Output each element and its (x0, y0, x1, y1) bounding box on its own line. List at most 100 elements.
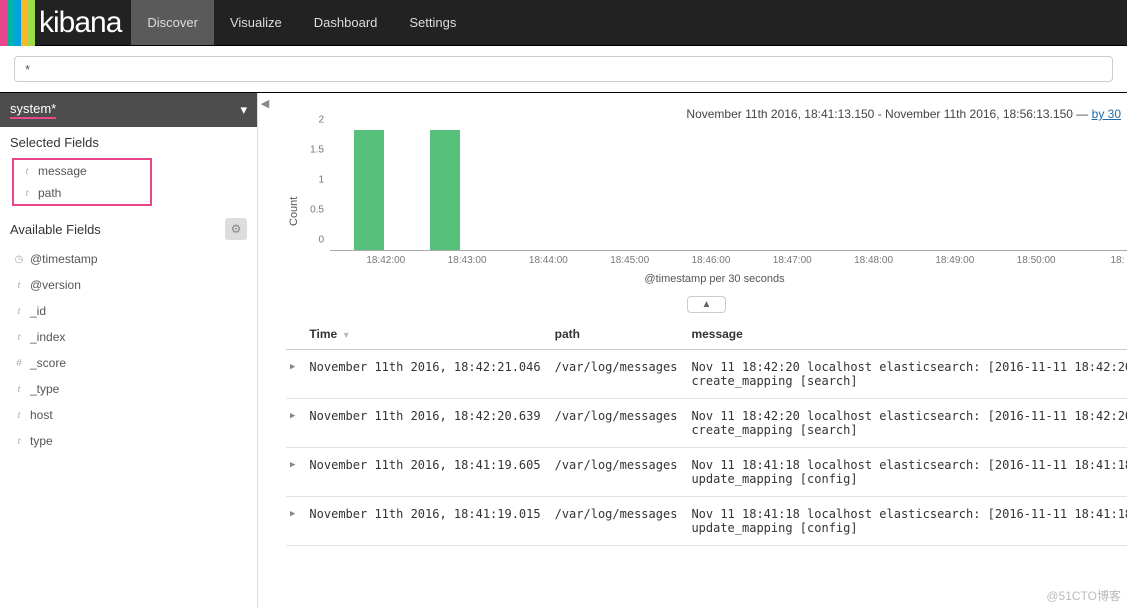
sort-desc-icon: ▼ (339, 330, 350, 340)
text-icon: t (14, 306, 24, 317)
text-icon: t (14, 384, 24, 395)
expand-row-caret[interactable]: ▶ (286, 448, 305, 497)
x-tick: 18:44:00 (529, 255, 568, 266)
tab-dashboard[interactable]: Dashboard (298, 0, 394, 45)
kibana-logo[interactable]: kibana (0, 0, 131, 45)
index-pattern-selector[interactable]: system* ▾ (0, 93, 257, 127)
expand-row-caret[interactable]: ▶ (286, 399, 305, 448)
x-axis: 18:42:0018:43:0018:44:0018:45:0018:46:00… (330, 255, 1127, 271)
text-icon: t (14, 280, 24, 291)
y-tick: 2 (318, 115, 324, 126)
search-bar (0, 46, 1127, 93)
x-tick: 18:50:00 (1017, 255, 1056, 266)
field-label: _score (30, 356, 66, 370)
time-range-from: November 11th 2016, 18:41:13.150 (686, 107, 874, 121)
cell-message: Nov 11 18:42:20 localhost elasticsearch:… (687, 399, 1127, 448)
field-type[interactable]: ttype (4, 428, 253, 454)
x-tick: 18: (1110, 255, 1124, 266)
cell-time: November 11th 2016, 18:42:21.046 (305, 350, 550, 399)
cell-path: /var/log/messages (551, 497, 688, 546)
x-tick: 18:48:00 (854, 255, 893, 266)
logo-stripes (0, 0, 35, 46)
field-id[interactable]: t _id (4, 298, 253, 324)
expand-row-caret[interactable]: ▶ (286, 350, 305, 399)
top-nav: kibana DiscoverVisualizeDashboardSetting… (0, 0, 1127, 46)
text-icon: t (22, 166, 32, 177)
field-label: @version (30, 278, 81, 292)
tab-visualize[interactable]: Visualize (214, 0, 298, 45)
table-row: ▶November 11th 2016, 18:42:20.639/var/lo… (286, 399, 1127, 448)
field-label: path (38, 186, 61, 200)
selected-fields-box: tmessagetpath (12, 158, 152, 206)
field-label: @timestamp (30, 252, 98, 266)
x-tick: 18:43:00 (448, 255, 487, 266)
cell-time: November 11th 2016, 18:41:19.605 (305, 448, 550, 497)
expand-column-header (286, 319, 305, 350)
available-fields-list: ◷@timestampt@versiont_idt_index#_scoret_… (0, 246, 257, 454)
col-path[interactable]: path (551, 319, 688, 350)
cell-path: /var/log/messages (551, 350, 688, 399)
field-timestamp[interactable]: ◷ @timestamp (4, 246, 253, 272)
content-area: November 11th 2016, 18:41:13.150 - Novem… (272, 93, 1127, 608)
sidebar: system* ▾ Selected Fields tmessagetpath … (0, 93, 258, 608)
index-pattern-name: system* (10, 101, 56, 119)
query-input[interactable] (14, 56, 1113, 82)
scroll-up-button[interactable]: ▲ (687, 296, 727, 313)
tab-settings[interactable]: Settings (393, 0, 472, 45)
interval-link[interactable]: by 30 (1092, 107, 1121, 121)
clock-icon: ◷ (14, 254, 24, 265)
watermark: @51CTO博客 (1046, 587, 1121, 604)
number-icon: # (14, 358, 24, 369)
time-range: November 11th 2016, 18:41:13.150 - Novem… (286, 103, 1127, 131)
chart-bar[interactable] (430, 130, 460, 250)
text-icon: t (14, 332, 24, 343)
field-path[interactable]: tpath (14, 182, 150, 204)
cell-path: /var/log/messages (551, 399, 688, 448)
col-time[interactable]: Time ▼ (305, 319, 550, 350)
logo-text: kibana (39, 6, 121, 40)
x-tick: 18:49:00 (935, 255, 974, 266)
x-tick: 18:42:00 (366, 255, 405, 266)
field-score[interactable]: # _score (4, 350, 253, 376)
table-row: ▶November 11th 2016, 18:42:21.046/var/lo… (286, 350, 1127, 399)
y-tick: 1 (318, 175, 324, 186)
histogram-chart[interactable]: Count 00.511.52 18:42:0018:43:0018:44:00… (286, 131, 1127, 291)
expand-row-caret[interactable]: ▶ (286, 497, 305, 546)
cell-path: /var/log/messages (551, 448, 688, 497)
available-fields-title: Available Fields (10, 222, 101, 237)
y-tick: 0.5 (310, 205, 324, 216)
x-tick: 18:45:00 (610, 255, 649, 266)
y-axis: 00.511.52 (302, 131, 326, 251)
sidebar-collapse-handle[interactable]: ◀ (258, 93, 272, 608)
chart-plot (330, 131, 1127, 251)
field-label: _type (30, 382, 59, 396)
y-axis-label: Count (286, 131, 302, 291)
y-tick: 1.5 (310, 145, 324, 156)
text-icon: t (22, 188, 32, 199)
cell-message: Nov 11 18:41:18 localhost elasticsearch:… (687, 497, 1127, 546)
chart-bar[interactable] (354, 130, 384, 250)
table-row: ▶November 11th 2016, 18:41:19.015/var/lo… (286, 497, 1127, 546)
field-label: _id (30, 304, 46, 318)
document-table: Time ▼ path message ▶November 11th 2016,… (286, 319, 1127, 546)
gear-icon[interactable]: ⚙ (225, 218, 247, 240)
field-host[interactable]: thost (4, 402, 253, 428)
selected-fields-title: Selected Fields (0, 127, 257, 158)
field-label: host (30, 408, 53, 422)
field-message[interactable]: tmessage (14, 160, 150, 182)
col-message[interactable]: message (687, 319, 1127, 350)
y-tick: 0 (318, 235, 324, 246)
text-icon: t (14, 436, 24, 447)
x-axis-label: @timestamp per 30 seconds (302, 273, 1127, 285)
time-range-to: November 11th 2016, 18:56:13.150 (885, 107, 1073, 121)
x-tick: 18:47:00 (773, 255, 812, 266)
table-row: ▶November 11th 2016, 18:41:19.605/var/lo… (286, 448, 1127, 497)
chevron-down-icon: ▾ (240, 102, 247, 118)
field-index[interactable]: t _index (4, 324, 253, 350)
tab-discover[interactable]: Discover (131, 0, 214, 45)
cell-time: November 11th 2016, 18:41:19.015 (305, 497, 550, 546)
field-type[interactable]: t _type (4, 376, 253, 402)
field-label: _index (30, 330, 65, 344)
cell-time: November 11th 2016, 18:42:20.639 (305, 399, 550, 448)
field-version[interactable]: t @version (4, 272, 253, 298)
